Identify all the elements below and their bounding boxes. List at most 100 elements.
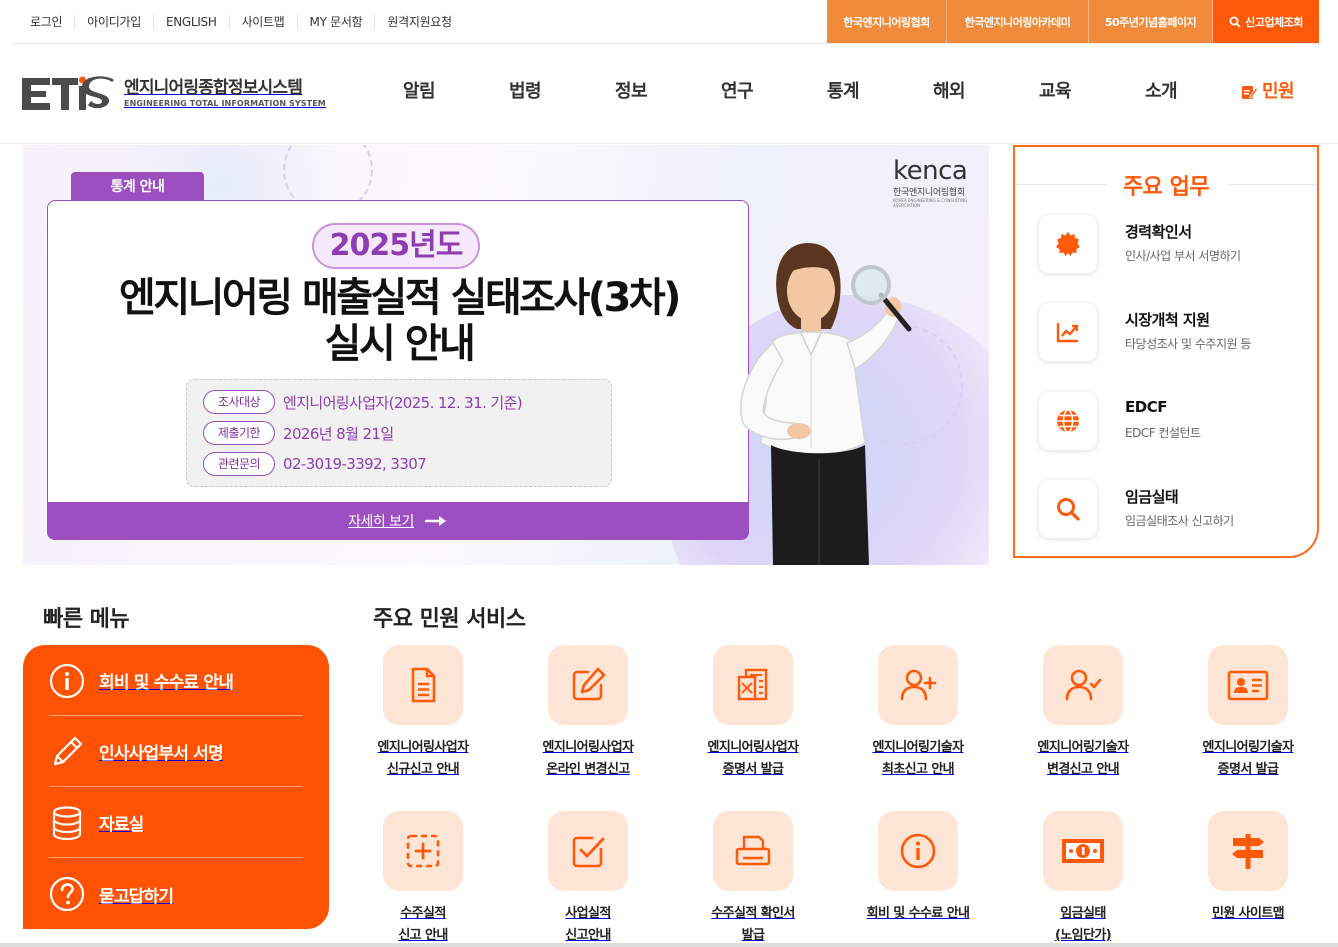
service-order-report[interactable]: 수주실적 신고 안내 — [341, 811, 505, 947]
task-wage-survey[interactable]: 임금실태 임금실태조사 신고하기 — [1039, 480, 1309, 540]
service-label: 엔지니어링기술자 변경신고 안내 — [1037, 740, 1129, 777]
banner-headline: 엔지니어링 매출실적 실태조사(3차) 실시 안내 — [48, 275, 750, 367]
id-card-icon — [1227, 670, 1269, 701]
remote-support-link[interactable]: 원격지원요청 — [375, 15, 463, 29]
info-row-deadline: 제출기한 2026년 8월 21일 — [203, 421, 394, 445]
kenca-english: KOREA ENGINEERING & CONSULTING ASSOCIATI… — [893, 198, 968, 208]
info-circle-icon — [49, 663, 85, 698]
main-banner[interactable]: kenca 한국엔지니어링협회 KOREA ENGINEERING & CONS… — [23, 145, 989, 565]
sitemap-link[interactable]: 사이트맵 — [230, 14, 298, 29]
banner-more-label: 자세히 보기 — [348, 514, 414, 530]
service-company-new-report[interactable]: 엔지니어링사업자 신규신고 안내 — [341, 645, 505, 781]
nav-education[interactable]: 교육 — [1002, 74, 1108, 110]
utility-links: 로그인 아이디가입 ENGLISH 사이트맵 MY 문서함 원격지원요청 — [18, 0, 464, 43]
globe-icon — [1057, 409, 1079, 433]
kenca-link[interactable]: 한국엔지니어링협회 — [827, 0, 947, 43]
nav-notice[interactable]: 알림 — [366, 74, 472, 110]
info-row-contact: 관련문의 02-3019-3392, 3307 — [203, 452, 427, 476]
nav-research[interactable]: 연구 — [684, 74, 790, 110]
page-bottom-edge — [0, 943, 1338, 947]
service-icon-box — [878, 645, 958, 725]
service-icon-box — [713, 811, 793, 891]
site-logo[interactable]: 엔지니어링종합정보시스템 ENGINEERING TOTAL INFORMATI… — [22, 74, 326, 114]
service-company-online-change[interactable]: 엔지니어링사업자 온라인 변경신고 — [506, 645, 670, 781]
banner-headline-line2: 실시 안내 — [324, 321, 476, 367]
nav-overseas[interactable]: 해외 — [896, 74, 1002, 110]
info-icon — [900, 833, 936, 869]
arrow-right-icon — [424, 516, 446, 526]
quick-item-label: 묻고답하기 — [99, 886, 174, 907]
task-icon-box — [1039, 480, 1097, 538]
banner-year: 2025년도 — [312, 223, 480, 269]
login-link[interactable]: 로그인 — [18, 14, 76, 29]
header-divider — [0, 143, 1338, 144]
main-nav: 알림 법령 정보 연구 통계 해외 교육 소개 민원 — [366, 74, 1320, 110]
kenca-logo: kenca 한국엔지니어링협회 KOREA ENGINEERING & CONS… — [893, 157, 989, 208]
info-label: 제출기한 — [203, 421, 275, 445]
quick-fee-guide[interactable]: 회비 및 수수료 안내 — [49, 646, 303, 716]
nav-info[interactable]: 정보 — [578, 74, 684, 110]
academy-link[interactable]: 한국엔지니어링아카데미 — [947, 0, 1089, 43]
service-icon-box — [383, 811, 463, 891]
add-box-icon — [406, 834, 440, 868]
service-fee-guide[interactable]: 회비 및 수수료 안내 — [836, 811, 1000, 925]
nav-about[interactable]: 소개 — [1108, 74, 1214, 110]
person-with-magnifier-illustration — [739, 243, 912, 565]
key-tasks-title: 주요 업무 — [1122, 175, 1210, 200]
company-search-link[interactable]: 신고업체조회 — [1213, 0, 1319, 43]
service-wage-survey[interactable]: 임금실태 (노임단가) — [1001, 811, 1165, 947]
my-documents-link[interactable]: MY 문서함 — [298, 14, 376, 29]
service-engineer-certificate[interactable]: 엔지니어링기술자 증명서 발급 — [1166, 645, 1330, 781]
service-label: 회비 및 수수료 안내 — [866, 906, 970, 921]
service-engineer-initial-report[interactable]: 엔지니어링기술자 최초신고 안내 — [836, 645, 1000, 781]
service-label: 사업실적 신고안내 — [565, 906, 611, 943]
document-icon — [411, 667, 436, 703]
quick-archive[interactable]: 자료실 — [49, 788, 303, 858]
service-label: 엔지니어링사업자 증명서 발급 — [707, 740, 799, 777]
task-career-certificate[interactable]: 경력확인서 인사/사업 부서 서명하기 — [1039, 215, 1309, 275]
service-order-certificate[interactable]: 수주실적 확인서 발급 — [671, 811, 835, 947]
task-desc: EDCF 컨설턴트 — [1125, 426, 1201, 440]
service-icon-box — [1043, 811, 1123, 891]
info-label: 관련문의 — [203, 452, 275, 476]
question-circle-icon — [49, 876, 85, 912]
task-name: EDCF — [1125, 398, 1167, 416]
banner-info-box: 조사대상 엔지니어링사업자(2025. 12. 31. 기준) 제출기한 202… — [186, 379, 612, 487]
service-engineer-change-report[interactable]: 엔지니어링기술자 변경신고 안내 — [1001, 645, 1165, 781]
service-sitemap[interactable]: 민원 사이트맵 — [1166, 811, 1330, 925]
banner-more-button[interactable]: 자세히 보기 — [47, 502, 749, 540]
service-icon-box — [713, 645, 793, 725]
task-market-support[interactable]: 시장개척 지원 타당성조사 및 수주지원 등 — [1039, 303, 1309, 363]
task-desc: 타당성조사 및 수주지원 등 — [1125, 337, 1251, 351]
quick-menu-title: 빠른 메뉴 — [43, 607, 130, 632]
quick-item-label: 자료실 — [99, 815, 144, 835]
task-edcf[interactable]: EDCF EDCF 컨설턴트 — [1039, 392, 1309, 452]
service-company-certificate[interactable]: 엔지니어링사업자 증명서 발급 — [671, 645, 835, 781]
signup-link[interactable]: 아이디가입 — [75, 14, 154, 29]
service-label: 임금실태 (노임단가) — [1054, 906, 1112, 943]
pen-paper-icon — [1241, 86, 1258, 99]
service-icon-box — [383, 645, 463, 725]
nav-statistics[interactable]: 통계 — [790, 74, 896, 110]
printer-icon — [735, 835, 771, 866]
quick-qna[interactable]: 묻고답하기 — [49, 859, 303, 929]
anniversary-link[interactable]: 50주년기념홈페이지 — [1089, 0, 1213, 43]
logo-text: 엔지니어링종합정보시스템 ENGINEERING TOTAL INFORMATI… — [124, 78, 326, 110]
service-label: 엔지니어링기술자 증명서 발급 — [1202, 740, 1294, 777]
nav-law[interactable]: 법령 — [472, 74, 578, 110]
quick-item-label: 인사사업부서 서명 — [99, 744, 224, 764]
service-business-report[interactable]: 사업실적 신고안내 — [506, 811, 670, 947]
company-search-label: 신고업체조회 — [1245, 15, 1303, 29]
key-tasks-panel: 주요 업무 경력확인서 인사/사업 부서 서명하기 시장개척 지원 타당성조사 … — [1013, 145, 1319, 558]
nav-civil-service-label: 민원 — [1261, 81, 1295, 102]
service-label: 엔지니어링사업자 신규신고 안내 — [377, 740, 469, 777]
banner-category-tag: 통계 안내 — [71, 172, 204, 202]
service-label: 민원 사이트맵 — [1211, 906, 1285, 921]
quick-hr-signature[interactable]: 인사사업부서 서명 — [49, 717, 303, 787]
banner-card: 2025년도 엔지니어링 매출실적 실태조사(3차) 실시 안내 조사대상 엔지… — [47, 200, 749, 540]
quick-menu: 회비 및 수수료 안내 인사사업부서 서명 자료실 묻고답하기 — [23, 645, 329, 929]
nav-civil-service[interactable]: 민원 — [1214, 74, 1320, 110]
chart-icon — [1056, 323, 1079, 343]
english-link[interactable]: ENGLISH — [154, 14, 230, 29]
edit-icon — [572, 667, 606, 701]
